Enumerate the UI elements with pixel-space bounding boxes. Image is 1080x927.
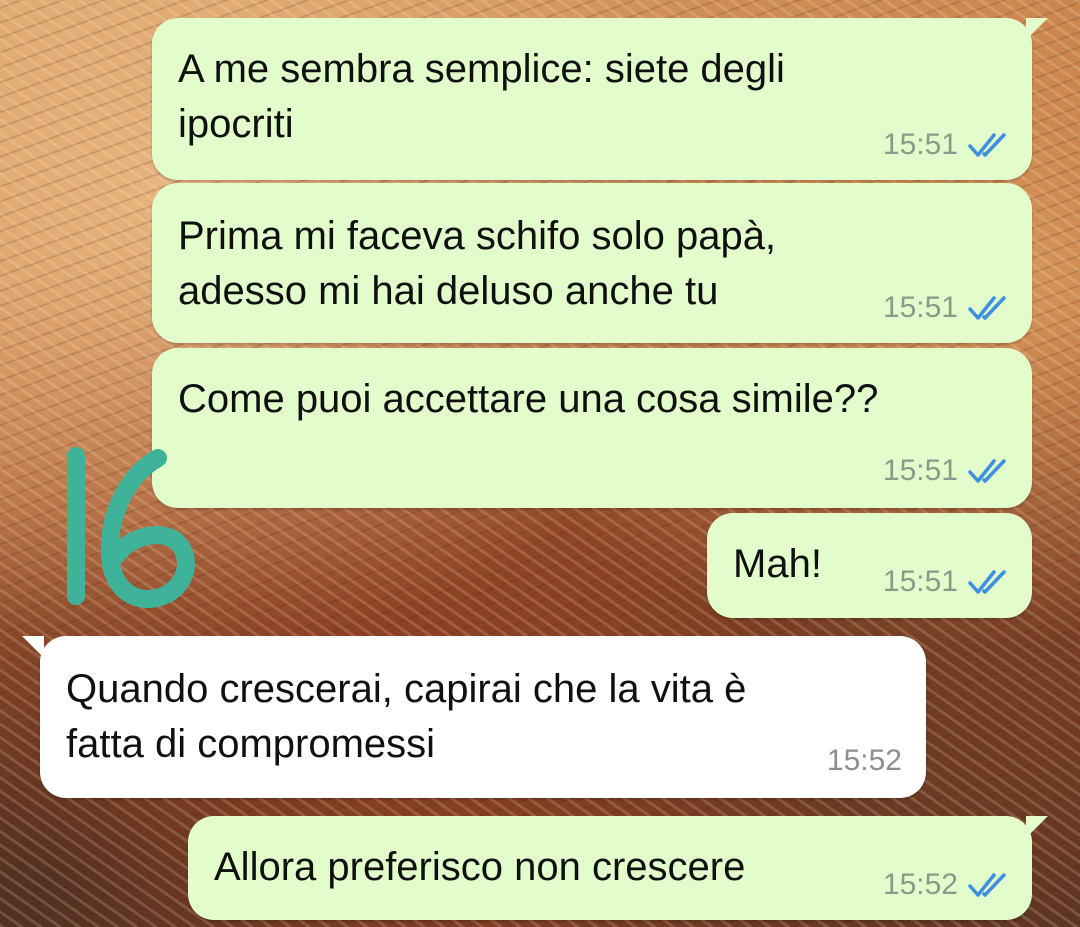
double-check-read-icon [968,569,1010,595]
message-meta: 15:51 [883,128,1010,162]
message-bubble-outgoing[interactable]: A me sembra semplice: siete degli ipocri… [152,18,1048,180]
message-meta: 15:51 [883,291,1010,325]
message-time: 15:51 [882,291,958,324]
hand-drawn-number-sticker [67,447,195,609]
double-check-read-icon [968,872,1010,898]
message-time: 15:52 [826,744,902,777]
message-text: Come puoi accettare una cosa simile?? [178,377,879,421]
message-meta: 15:52 [827,744,902,778]
message-bubble-outgoing[interactable]: Prima mi faceva schifo solo papà, adesso… [152,183,1032,343]
message-time: 15:52 [882,868,958,901]
message-text: Allora preferisco non crescere [214,845,746,889]
double-check-read-icon [968,295,1010,321]
message-time: 15:51 [882,454,958,487]
message-bubble-outgoing[interactable]: Come puoi accettare una cosa simile?? 15… [152,348,1032,508]
message-text: Quando crescerai, capirai che la vita è … [66,667,747,766]
message-bubble-outgoing[interactable]: Mah! 15:51 [707,513,1032,618]
message-bubble-outgoing[interactable]: Allora preferisco non crescere 15:52 [188,816,1048,920]
double-check-read-icon [968,458,1010,484]
double-check-read-icon [968,132,1010,158]
message-time: 15:51 [882,128,958,161]
message-text: A me sembra semplice: siete degli ipocri… [178,47,785,146]
message-meta: 15:52 [883,868,1010,902]
message-meta: 15:51 [883,454,1010,488]
message-bubble-incoming[interactable]: Quando crescerai, capirai che la vita è … [22,636,926,798]
message-time: 15:51 [882,565,958,598]
message-text: Mah! [733,542,822,586]
message-meta: 15:51 [883,565,1010,599]
message-text: Prima mi faceva schifo solo papà, adesso… [178,214,777,313]
